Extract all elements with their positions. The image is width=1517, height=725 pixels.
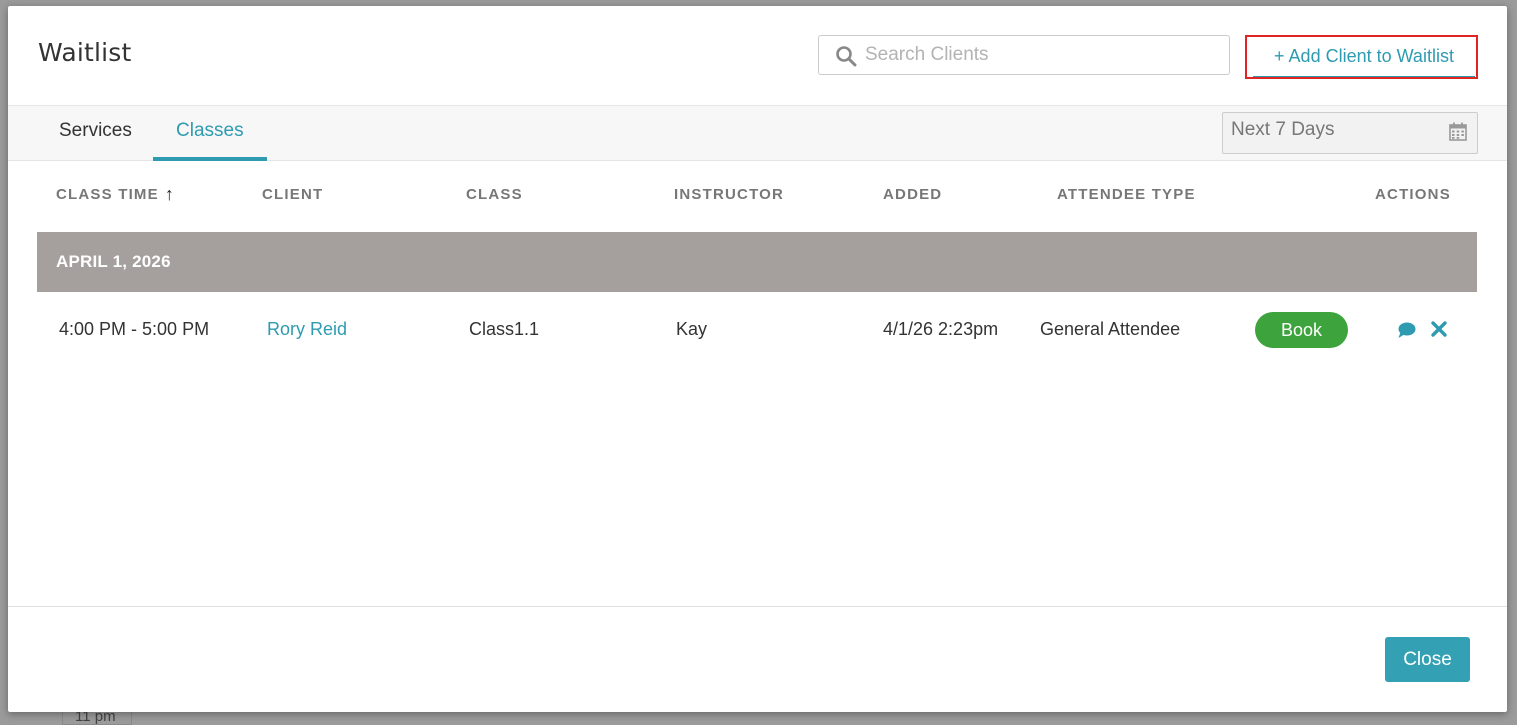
cell-client-link[interactable]: Rory Reid xyxy=(267,292,347,366)
add-client-highlight: + Add Client to Waitlist xyxy=(1245,35,1478,79)
cell-attendee-type: General Attendee xyxy=(1040,319,1181,339)
waitlist-modal: Waitlist + Add Client to Waitlist Servic… xyxy=(8,6,1507,712)
remove-icon[interactable] xyxy=(1430,320,1448,338)
date-group-header: APRIL 1, 2026 xyxy=(37,232,1477,292)
date-range-picker[interactable]: Next 7 Days xyxy=(1222,112,1478,154)
column-header-attendee-type[interactable]: ATTENDEE TYPE xyxy=(1057,178,1196,212)
table-row: 4:00 PM - 5:00 PM Rory Reid Class1.1 Kay… xyxy=(8,292,1507,366)
modal-header: Waitlist + Add Client to Waitlist xyxy=(8,6,1507,105)
cell-instructor: Kay xyxy=(676,319,708,339)
tabs-bar: Services Classes Next 7 Days xyxy=(8,105,1507,161)
search-input[interactable] xyxy=(865,36,1215,74)
modal-title: Waitlist xyxy=(38,38,132,67)
column-header-class-time[interactable]: CLASS TIME ↑ xyxy=(56,178,175,212)
table-header-row: CLASS TIME ↑ CLIENT CLASS INSTRUCTOR ADDE… xyxy=(8,178,1507,214)
footer-divider xyxy=(8,606,1507,607)
column-header-label: CLASS TIME xyxy=(56,186,159,203)
column-header-class[interactable]: CLASS xyxy=(466,178,523,212)
search-icon xyxy=(836,46,857,67)
cell-class-time: 4:00 PM - 5:00 PM xyxy=(59,319,210,339)
calendar-icon[interactable] xyxy=(1449,122,1467,141)
cell-added: 4/1/26 2:23pm xyxy=(883,319,999,339)
close-button[interactable]: Close xyxy=(1385,637,1470,682)
add-client-to-waitlist-button[interactable]: + Add Client to Waitlist xyxy=(1253,37,1475,77)
comment-icon[interactable] xyxy=(1397,321,1416,339)
background-left-strip xyxy=(0,0,8,725)
sort-ascending-icon: ↑ xyxy=(164,184,176,204)
background-bottom-strip xyxy=(0,712,1517,725)
search-box[interactable] xyxy=(818,35,1230,75)
cell-class: Class1.1 xyxy=(469,319,540,339)
book-button[interactable]: Book xyxy=(1255,312,1348,348)
column-header-actions: ACTIONS xyxy=(1375,186,1451,203)
column-header-added[interactable]: ADDED xyxy=(883,178,942,212)
column-header-client[interactable]: CLIENT xyxy=(262,178,323,212)
background-right-strip xyxy=(1507,0,1517,725)
tab-classes[interactable]: Classes xyxy=(153,106,267,161)
column-header-instructor[interactable]: INSTRUCTOR xyxy=(674,178,784,212)
tab-services[interactable]: Services xyxy=(36,106,155,161)
date-range-value: Next 7 Days xyxy=(1231,119,1335,140)
